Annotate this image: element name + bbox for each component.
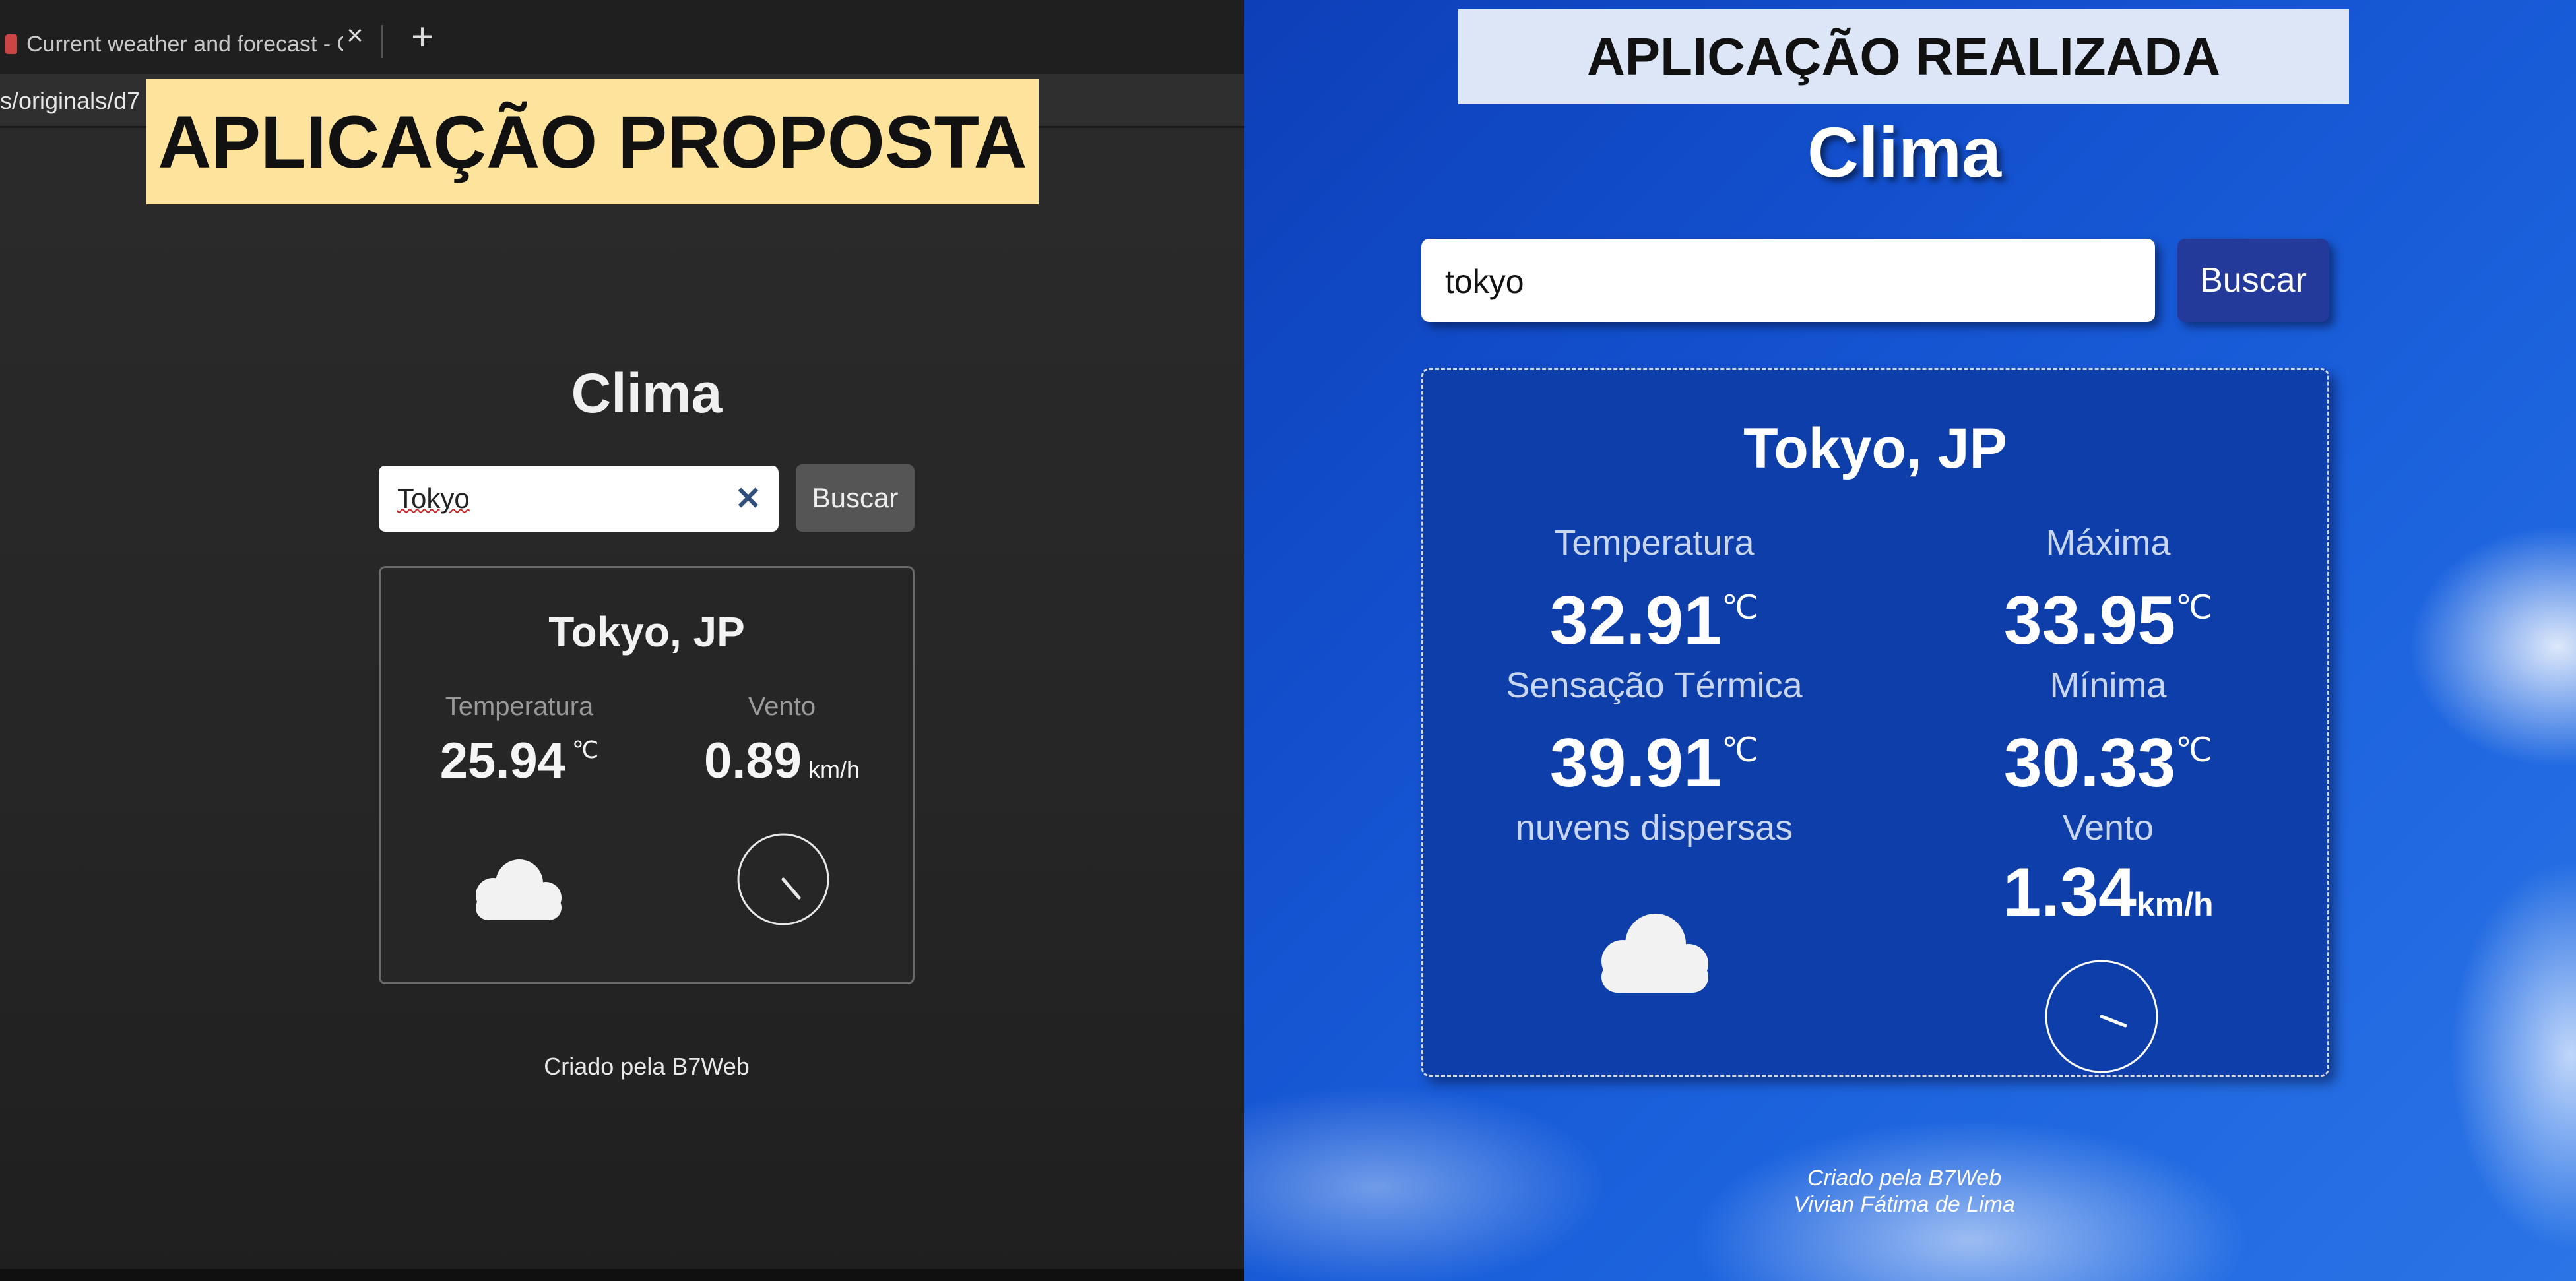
min-label: Mínima: [2049, 666, 2167, 705]
search-input[interactable]: Tokyo ✕: [379, 466, 779, 532]
wind-unit: km/h: [2136, 886, 2214, 923]
temperature-value: 32.91℃: [1456, 563, 1852, 666]
temperature-label: Temperatura: [1554, 523, 1755, 563]
cloud-icon: [1601, 914, 1708, 993]
min-number: 30.33: [2003, 725, 2176, 801]
wind-number: 1.34: [2003, 854, 2137, 931]
wind-unit: km/h: [808, 756, 860, 783]
page-title: Clima: [571, 362, 723, 424]
feels-like-unit: ℃: [1722, 732, 1759, 768]
search-button[interactable]: Buscar: [796, 464, 915, 532]
realized-app-panel: APLICAÇÃO REALIZADA Clima tokyo Buscar T…: [1244, 0, 2576, 1281]
bottom-bar: [0, 1269, 1244, 1281]
search-input-value: tokyo: [1445, 263, 1524, 300]
max-label: Máxima: [2045, 523, 2171, 563]
realized-label-text: APLICAÇÃO REALIZADA: [1587, 27, 2220, 86]
footer-credit: Criado pela B7Web Vivian Fátima de Lima: [1574, 1165, 2234, 1218]
browser-tab-bar: Current weather and forecast - O × +: [0, 0, 1244, 74]
temperature-number: 32.91: [1549, 582, 1722, 659]
browser-tab[interactable]: Current weather and forecast - O: [0, 15, 370, 74]
wind-label: Vento: [748, 692, 816, 721]
favicon-icon: [5, 34, 17, 54]
tab-title: Current weather and forecast - O: [26, 31, 343, 57]
wind-direction-icon: [737, 833, 829, 925]
new-tab-icon[interactable]: +: [404, 18, 441, 56]
temperature-number: 25.94: [439, 733, 565, 789]
tab-separator: [381, 25, 383, 58]
max-unit: ℃: [2175, 589, 2213, 626]
footer-credit-line1: Criado pela B7Web: [1807, 1166, 2002, 1191]
temperature-label: Temperatura: [445, 692, 594, 721]
right-stats-column: Máxima 33.95℃ Mínima 30.33℃ Vento 1.34km…: [1910, 523, 2306, 949]
temperature-value: 25.94 ℃: [394, 732, 645, 790]
feels-like-value: 39.91℃: [1456, 705, 1852, 808]
realized-label: APLICAÇÃO REALIZADA: [1458, 9, 2349, 104]
clear-icon[interactable]: ✕: [735, 480, 761, 517]
search-button[interactable]: Buscar: [2177, 239, 2329, 322]
city-name: Tokyo, JP: [548, 608, 745, 656]
min-unit: ℃: [2175, 732, 2213, 768]
weather-description: nuvens dispersas: [1515, 808, 1793, 848]
feels-like-number: 39.91: [1549, 725, 1722, 801]
address-bar-url: s/originals/d7: [0, 87, 141, 114]
temperature-unit: ℃: [571, 736, 599, 763]
temperature-block: Temperatura 25.94 ℃: [394, 692, 645, 790]
page-title: Clima: [1807, 112, 2002, 192]
search-input-value: Tokyo: [397, 483, 470, 514]
cloud-icon: [476, 859, 562, 920]
wind-value: 1.34km/h: [1910, 848, 2306, 949]
wind-direction-icon: [2045, 960, 2158, 1073]
weather-card: Tokyo, JP Temperatura 32.91℃ Sensação Té…: [1421, 368, 2329, 1077]
wind-label: Vento: [2062, 808, 2154, 848]
left-stats-column: Temperatura 32.91℃ Sensação Térmica 39.9…: [1456, 523, 1852, 848]
city-name: Tokyo, JP: [1743, 417, 2007, 480]
footer-credit-line2: Vivian Fátima de Lima: [1793, 1192, 2015, 1217]
close-tab-icon[interactable]: ×: [342, 21, 368, 50]
wind-number: 0.89: [704, 733, 802, 789]
proposed-app-panel: Current weather and forecast - O × + s/o…: [0, 0, 1244, 1281]
footer-credit: Criado pela B7Web: [544, 1053, 750, 1080]
proposed-label: APLICAÇÃO PROPOSTA: [146, 79, 1039, 204]
proposed-label-text: APLICAÇÃO PROPOSTA: [158, 100, 1027, 183]
search-input[interactable]: tokyo: [1421, 239, 2155, 322]
max-value: 33.95℃: [1910, 563, 2306, 666]
min-value: 30.33℃: [1910, 705, 2306, 808]
temperature-unit: ℃: [1722, 589, 1759, 626]
wind-block: Vento 0.89 km/h: [657, 692, 907, 790]
weather-card: Tokyo, JP Temperatura 25.94 ℃ Vento 0.89 k…: [379, 566, 915, 984]
feels-like-label: Sensação Térmica: [1506, 666, 1803, 705]
max-number: 33.95: [2003, 582, 2176, 659]
wind-value: 0.89 km/h: [657, 732, 907, 790]
